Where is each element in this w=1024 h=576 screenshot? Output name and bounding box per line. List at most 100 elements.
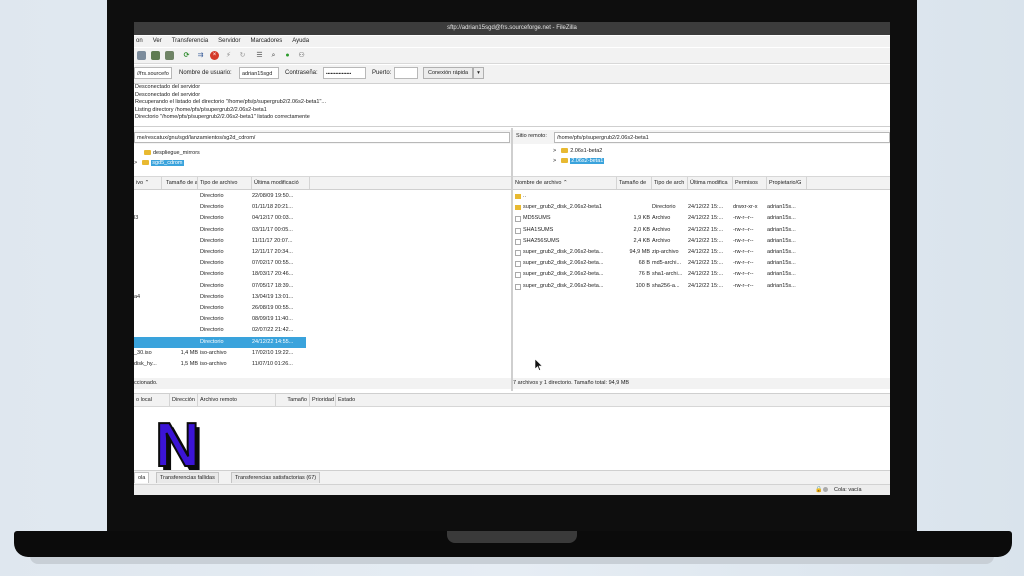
refresh-icon[interactable]: ⟳ bbox=[182, 51, 191, 60]
tree-item[interactable]: >2.06s1-beta2 bbox=[553, 147, 602, 156]
table-row[interactable]: MD5SUMS 1,9 KB Archivo 24/12/22 15:... -rw-r… bbox=[513, 213, 890, 224]
col-date[interactable]: Última modifica bbox=[688, 177, 733, 189]
filter-icon[interactable]: ☰ bbox=[255, 51, 264, 60]
table-row[interactable]: SHA256SUMS 2,4 KB Archivo 24/12/22 15:... -r… bbox=[513, 236, 890, 247]
table-row[interactable]: Directorio 11/11/17 20:07... bbox=[134, 236, 511, 247]
menu-archivo[interactable]: on bbox=[136, 36, 143, 47]
table-row[interactable]: SHA1SUMS 2,0 KB Archivo 24/12/22 15:... -rw-… bbox=[513, 225, 890, 236]
menu-servidor[interactable]: Servidor bbox=[218, 36, 240, 47]
filezilla-window: sftp://adrian15sgd@frs.sourceforge.net -… bbox=[134, 22, 890, 495]
col-date[interactable]: Última modificació bbox=[252, 177, 310, 189]
toggle-local-tree-icon[interactable] bbox=[165, 51, 174, 60]
file-icon bbox=[515, 261, 521, 268]
quickconnect-dropdown[interactable]: ▾ bbox=[473, 67, 484, 79]
search-icon[interactable]: ⌕ bbox=[269, 51, 278, 60]
tab-queue[interactable]: ola bbox=[134, 472, 150, 483]
compare-icon[interactable]: ● bbox=[283, 51, 292, 60]
col-local-file[interactable]: o local bbox=[134, 394, 170, 406]
table-row[interactable]: Directorio 02/07/22 21:42... bbox=[134, 325, 511, 336]
cell-name: l3 bbox=[134, 215, 139, 222]
col-permissions[interactable]: Permisos bbox=[733, 177, 767, 189]
table-row[interactable]: super_grub2_disk_2.06s2-beta... 76 Bsha1-… bbox=[513, 269, 890, 280]
tree-item[interactable]: > sgd5_cdrom bbox=[134, 159, 184, 168]
laptop-shadow bbox=[30, 556, 994, 564]
table-row[interactable]: _30.iso 1,4 MB iso-archivo 17/02/10 19:22..… bbox=[134, 348, 511, 359]
user-input[interactable]: adrian15sgd bbox=[239, 67, 279, 79]
cell-date: 24/12/22 15:... bbox=[688, 249, 724, 255]
col-type[interactable]: Tipo de arch bbox=[652, 177, 688, 189]
password-input[interactable]: •••••••••••••••• bbox=[323, 67, 366, 79]
tree-item[interactable]: >2.06s2-beta1 bbox=[553, 157, 605, 166]
table-row[interactable]: Directorio 18/03/17 20:46... bbox=[134, 269, 511, 280]
password-label: Contraseña: bbox=[285, 70, 318, 76]
col-remote-file[interactable]: Archivo remoto bbox=[198, 394, 276, 406]
table-row[interactable]: Directorio 03/11/17 00:05... bbox=[134, 225, 511, 236]
local-list-header: ivo ⌃ Tamaño de a Tipo de archivo Última… bbox=[134, 176, 511, 190]
col-priority[interactable]: Prioridad bbox=[310, 394, 336, 406]
col-type[interactable]: Tipo de archivo bbox=[198, 177, 252, 189]
remote-path-input[interactable]: /home/pfs/p/supergrub2/2.06s2-beta1 bbox=[554, 132, 890, 143]
col-size[interactable]: Tamaño bbox=[276, 394, 310, 406]
cell-type: Archivo bbox=[652, 226, 671, 233]
table-row[interactable]: super_grub2_disk_2.06s2-beta... 94,9 MB zi… bbox=[513, 247, 890, 258]
toggle-log-icon[interactable] bbox=[151, 51, 160, 60]
cell-perm: -rw-r--r-- bbox=[733, 226, 754, 233]
tab-successful[interactable]: Transferencias satisfactorias (67) bbox=[231, 472, 321, 483]
port-input[interactable] bbox=[394, 67, 418, 79]
cell-date: 26/08/19 00:55... bbox=[252, 305, 294, 311]
message-log[interactable]: Desconectado del servidor Desconectado d… bbox=[134, 84, 890, 127]
log-line: Desconectado del servidor bbox=[135, 91, 201, 98]
reconnect-icon[interactable]: ↻ bbox=[238, 51, 247, 60]
col-name[interactable]: ivo ⌃ bbox=[134, 177, 162, 189]
activity-indicator-icon bbox=[823, 487, 828, 492]
table-row[interactable]: a4 Directorio 13/04/19 13:01... bbox=[134, 292, 511, 303]
disconnect-icon[interactable]: ⚡ bbox=[224, 51, 233, 60]
table-row[interactable]: Directorio 07/05/17 18:39... bbox=[134, 281, 511, 292]
menu-transferencia[interactable]: Transferencia bbox=[172, 36, 208, 47]
table-row[interactable]: super_grub2_disk_2.06s2-beta1 Directorio 2… bbox=[513, 202, 890, 213]
menu-ver[interactable]: Ver bbox=[153, 36, 162, 47]
sort-up-icon: ⌃ bbox=[144, 180, 150, 186]
host-input[interactable]: //frs.sourcefo bbox=[134, 67, 172, 79]
table-row[interactable]: l3 Directorio 04/12/17 00:03... bbox=[134, 213, 511, 224]
cell-type: Directorio bbox=[200, 215, 224, 222]
cell-type: iso-archivo bbox=[200, 361, 227, 367]
col-size[interactable]: Tamaño de bbox=[617, 177, 652, 189]
menu-marcadores[interactable]: Marcadores bbox=[251, 36, 283, 47]
table-row[interactable]: Directorio 07/02/17 00:55... bbox=[134, 258, 511, 269]
table-row[interactable]: Directorio 22/08/09 19:50... bbox=[134, 191, 511, 202]
local-path-input[interactable]: me/rescatux/gnu/sgd/lanzamientos/sg2d_cd… bbox=[134, 132, 510, 143]
cell-size: 1,9 KB bbox=[633, 215, 650, 222]
remote-path-label: Sitio remoto: bbox=[516, 133, 547, 139]
menu-ayuda[interactable]: Ayuda bbox=[292, 36, 309, 47]
cell-date: 02/07/22 21:42... bbox=[252, 327, 294, 334]
table-row[interactable]: Directorio 08/09/19 11:40... bbox=[134, 314, 511, 325]
cell-type: Directorio bbox=[200, 249, 224, 255]
table-row[interactable]: Directorio 01/11/18 20:21... bbox=[134, 202, 511, 213]
table-row[interactable]: super_grub2_disk_2.06s2-beta... 100 Bsha2… bbox=[513, 281, 890, 292]
table-row[interactable]: Directorio 24/12/22 14:55... bbox=[134, 336, 306, 348]
col-status[interactable]: Estado bbox=[336, 394, 376, 406]
site-manager-icon[interactable] bbox=[137, 51, 146, 60]
cancel-icon[interactable]: × bbox=[210, 51, 219, 60]
col-name[interactable]: Nombre de archivo ⌃ bbox=[513, 177, 617, 189]
col-direction[interactable]: Dirección bbox=[170, 394, 198, 406]
col-owner[interactable]: Propietario/G bbox=[767, 177, 807, 189]
cell-owner: adrian15s... bbox=[767, 282, 796, 289]
cell-name: super_grub2_disk_2.06s2-beta... bbox=[523, 271, 604, 278]
table-row[interactable]: super_grub2_disk_2.06s2-beta... 68 Bmd5-a… bbox=[513, 258, 890, 269]
table-row[interactable]: Directorio 26/08/19 00:55... bbox=[134, 303, 511, 314]
cell-size: 2,4 KB bbox=[633, 237, 650, 244]
table-row[interactable]: Directorio 12/11/17 20:34... bbox=[134, 247, 511, 258]
quickconnect-button[interactable]: Conexión rápida bbox=[423, 67, 473, 79]
tree-item[interactable]: despliegue_mirrors bbox=[144, 149, 200, 158]
table-row[interactable]: .. bbox=[513, 191, 890, 202]
col-size[interactable]: Tamaño de a bbox=[164, 177, 198, 189]
cell-type: md5-archi... bbox=[652, 260, 682, 267]
binoculars-icon[interactable]: ⚇ bbox=[297, 51, 306, 60]
cell-perm: -rw-r--r-- bbox=[733, 271, 754, 278]
table-row[interactable]: disk_hy... 1,5 MB iso-archivo 11/07/10 01:2… bbox=[134, 359, 511, 370]
cell-date: 22/08/09 19:50... bbox=[252, 193, 294, 199]
cell-size: 1,4 MB bbox=[180, 349, 198, 356]
process-queue-icon[interactable]: ⇉ bbox=[196, 51, 205, 60]
